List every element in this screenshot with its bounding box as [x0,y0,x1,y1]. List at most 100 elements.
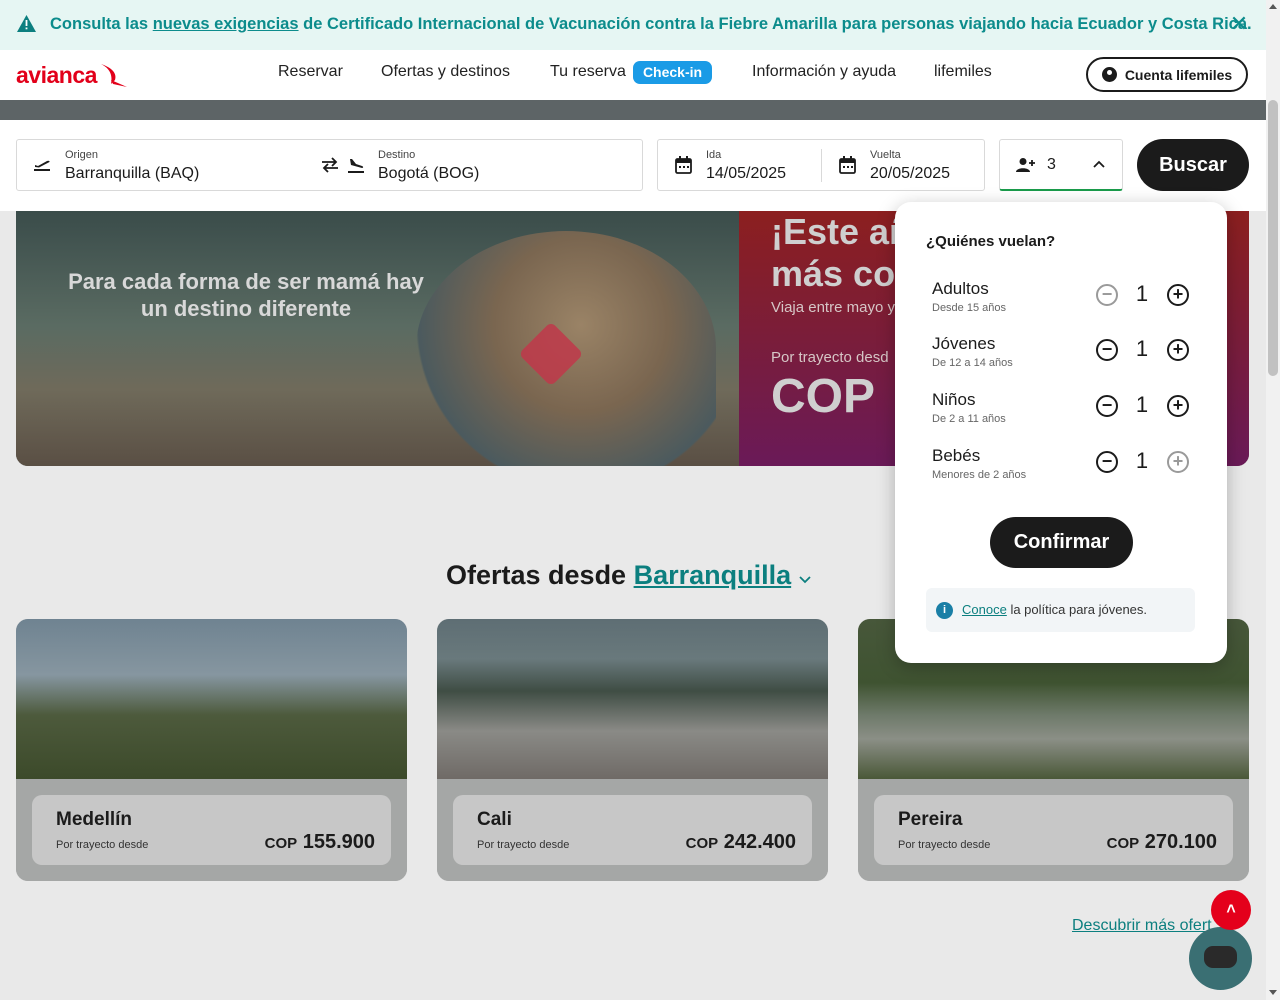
pax-name: Jóvenes [932,334,996,353]
origin-label: Origen [65,149,99,161]
search-button[interactable]: Buscar [1137,139,1249,191]
pax-row-ninos: Niños De 2 a 11 años − 1 + [932,390,1192,434]
pax-row-jovenes: Jóvenes De 12 a 14 años − 1 + [932,334,1192,378]
offer-from: Por trayecto desde [56,839,149,851]
offer-currency: COP [685,835,719,852]
chat-icon [1204,946,1237,968]
offer-amount: 270.100 [1144,831,1217,853]
nav-informacion[interactable]: Información y ayuda [752,63,896,81]
calendar-icon [839,156,856,174]
arrow-up-icon: ˄ [1226,901,1236,918]
plus-icon[interactable]: + [1167,339,1189,361]
pax-desc: De 2 a 11 años [932,413,1006,425]
page-scrollbar[interactable] [1266,0,1280,1000]
pax-count: 1 [1135,392,1149,417]
pax-row-adultos: Adultos Desde 15 años − 1 + [932,279,1192,323]
more-offers-link[interactable]: Descubrir más ofert [1072,917,1212,935]
offer-city: Medellín [56,809,133,830]
offer-info: Cali Por trayecto desde COP 242.400 [453,795,812,865]
nav-reservar[interactable]: Reservar [278,63,343,81]
hero-from: Por trayecto desd [771,349,889,366]
plus-icon[interactable]: + [1167,284,1189,306]
close-icon[interactable]: ✕ [1229,13,1249,35]
scroll-thumb[interactable] [1268,100,1278,376]
offers-city-selector[interactable]: Barranquilla [634,560,792,590]
offer-info: Medellín Por trayecto desde COP 155.900 [32,795,391,865]
chevron-down-icon[interactable] [799,576,811,584]
minus-icon[interactable]: − [1096,395,1118,417]
pax-count: 1 [1135,448,1149,473]
scroll-up-arrow[interactable] [1269,4,1277,9]
nav-lifemiles[interactable]: lifemiles [934,63,992,81]
minus-icon[interactable]: − [1096,284,1118,306]
alert-link[interactable]: nuevas exigencias [153,15,299,33]
offer-currency: COP [264,835,298,852]
pax-desc: De 12 a 14 años [932,357,1013,369]
offer-card-cali[interactable]: Cali Por trayecto desde COP 242.400 [437,619,828,881]
offer-amount: 155.900 [302,831,375,853]
pax-name: Bebés [932,446,981,465]
nav-ofertas[interactable]: Ofertas y destinos [381,63,510,81]
pax-desc: Menores de 2 años [932,469,1027,481]
offer-city: Pereira [898,809,963,830]
offer-info: Pereira Por trayecto desde COP 270.100 [874,795,1233,865]
avianca-logo[interactable]: avianca [16,58,129,92]
hero-title-line1: ¡Este añ [771,211,912,252]
offer-price: COP 155.900 [265,831,375,854]
return-label: Vuelta [870,149,901,161]
dates-divider [821,149,822,182]
offer-currency: COP [1106,835,1140,852]
popup-title: ¿Quiénes vuelan? [926,233,1056,250]
alert-suffix: de Certificado Internacional de Vacunaci… [303,15,1252,33]
logo-text: avianca [16,61,97,88]
return-value[interactable]: 20/05/2025 [870,165,950,183]
passenger-popup: ¿Quiénes vuelan? Adultos Desde 15 años −… [895,202,1227,663]
nav-tu-reserva[interactable]: Tu reserva [550,63,626,81]
warning-icon [17,15,36,32]
scroll-to-top-button[interactable]: ˄ [1211,890,1251,930]
offer-price: COP 270.100 [1107,831,1217,854]
calendar-icon [675,156,692,174]
alert-banner: Consulta las nuevas exigencias de Certif… [0,0,1266,50]
chevron-up-icon[interactable] [1093,160,1105,168]
origin-value[interactable]: Barranquilla (BAQ) [65,165,199,183]
policy-text: Conoce la política para jóvenes. [962,602,1147,617]
destination-label: Destino [378,149,416,161]
chat-button[interactable] [1189,927,1252,990]
offers-title-prefix: Ofertas desde [446,560,627,590]
offer-from: Por trayecto desde [898,839,991,851]
minus-icon[interactable]: − [1096,339,1118,361]
hero-subtitle: Viaja entre mayo y [771,299,895,316]
destination-value[interactable]: Bogotá (BOG) [378,165,479,183]
offer-from: Por trayecto desde [477,839,570,851]
offer-city: Cali [477,809,512,830]
alert-prefix: Consulta las [50,15,149,33]
hero-title: ¡Este añ más co [771,211,911,295]
minus-icon[interactable]: − [1096,451,1118,473]
pax-name: Adultos [932,279,989,298]
offers-title: Ofertas desde Barranquilla [446,560,811,591]
plus-icon[interactable]: + [1167,451,1189,473]
account-button[interactable]: Cuenta lifemiles [1086,57,1248,92]
hero-tagline: Para cada forma de ser mamá hay un desti… [68,269,424,321]
confirm-button[interactable]: Confirmar [990,517,1133,568]
depart-label: Ida [706,149,722,161]
info-icon: i [936,602,953,619]
hero-price: COP [771,370,876,423]
cali-photo [437,619,828,779]
medellin-photo [16,619,407,779]
swap-icon[interactable] [320,157,340,173]
takeoff-icon [34,160,50,171]
pax-count: 1 [1135,281,1149,306]
policy-link[interactable]: Conoce [962,602,1007,617]
scroll-down-arrow[interactable] [1269,990,1277,995]
account-label: Cuenta lifemiles [1124,66,1233,83]
add-person-icon [1016,158,1035,172]
plus-icon[interactable]: + [1167,395,1189,417]
policy-label: la política para jóvenes. [1010,602,1148,617]
alert-message: Consulta las nuevas exigencias de Certif… [50,15,1252,34]
checkin-badge[interactable]: Check-in [633,61,712,84]
user-icon [1101,67,1117,82]
offer-card-medellin[interactable]: Medellín Por trayecto desde COP 155.900 [16,619,407,881]
depart-value[interactable]: 14/05/2025 [706,165,786,183]
